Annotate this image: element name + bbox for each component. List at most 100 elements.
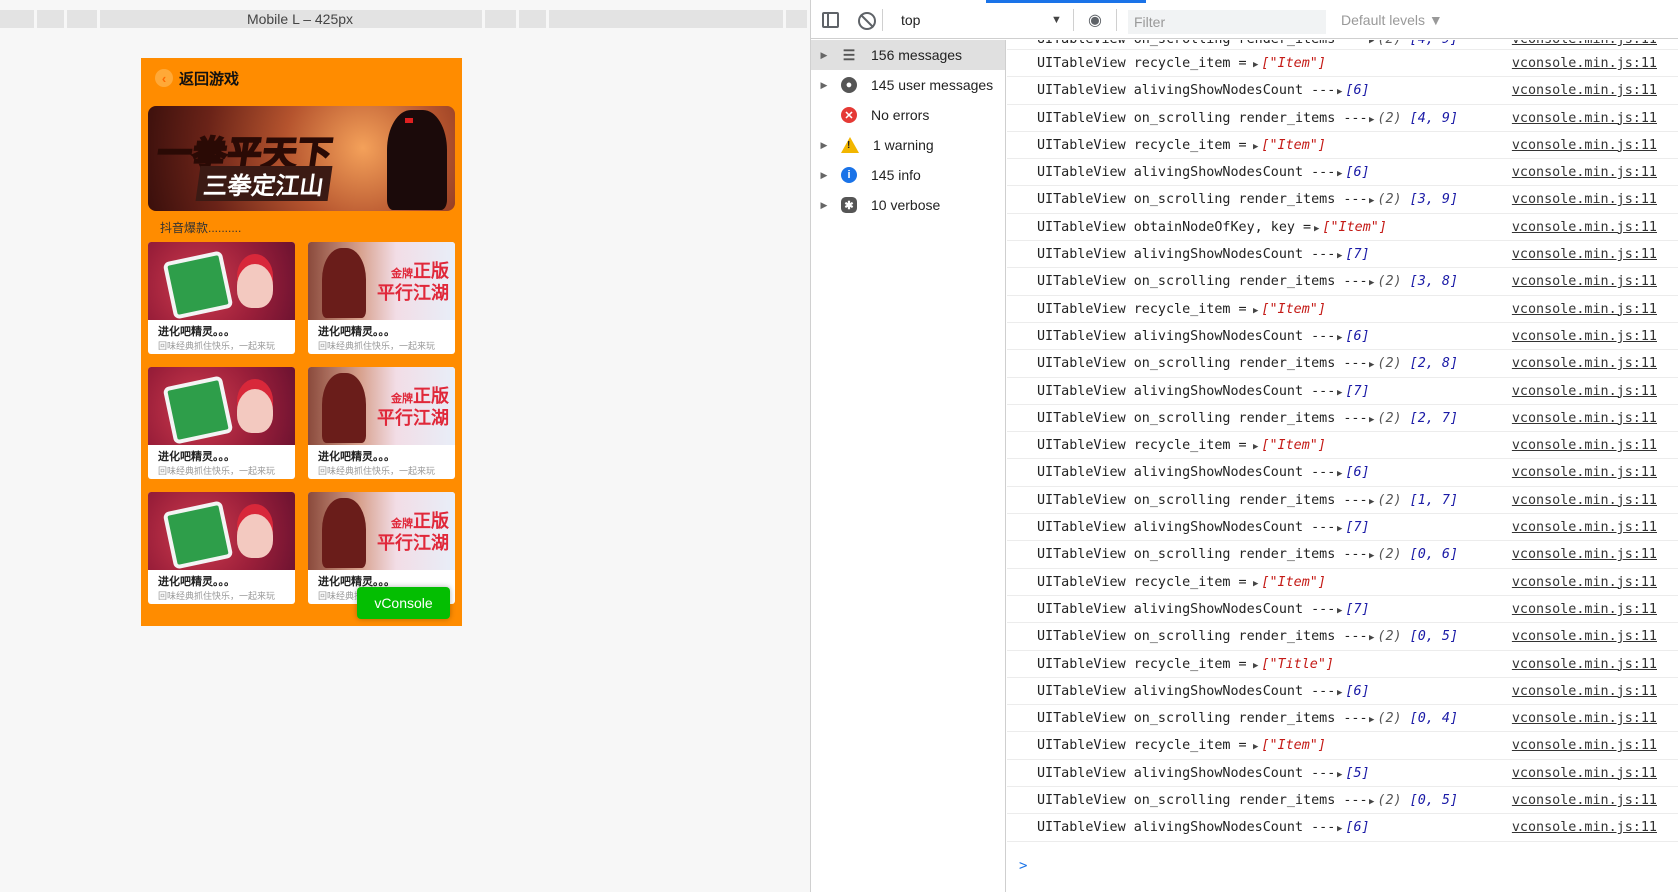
console-log-row[interactable]: UITableView recycle_item = ▶ ["Item"] vcons… (1007, 432, 1678, 461)
log-argument[interactable]: ▶ (2) [0, 5] (1369, 787, 1458, 816)
source-link[interactable]: vconsole.min.js:11 (1512, 732, 1657, 759)
vconsole-button[interactable]: vConsole (357, 587, 450, 619)
sidebar-item-verbose[interactable]: ▶ ✱ 10 verbose (811, 190, 1005, 220)
source-link[interactable]: vconsole.min.js:11 (1512, 50, 1657, 77)
log-argument[interactable]: ▶ (2) [3, 9] (1369, 186, 1458, 215)
expand-triangle-icon[interactable]: ▶ (1253, 442, 1258, 452)
expand-triangle-icon[interactable]: ▶ (1337, 251, 1342, 261)
source-link[interactable]: vconsole.min.js:11 (1512, 787, 1657, 814)
source-link[interactable]: vconsole.min.js:11 (1512, 159, 1657, 186)
expand-triangle-icon[interactable]: ▶ (1337, 87, 1342, 97)
source-link[interactable]: vconsole.min.js:11 (1512, 596, 1657, 623)
source-link[interactable]: vconsole.min.js:11 (1512, 214, 1657, 241)
source-link[interactable]: vconsole.min.js:11 (1512, 268, 1657, 295)
log-argument[interactable]: ▶ [7] (1337, 241, 1370, 270)
sidebar-toggle-icon[interactable] (822, 12, 839, 28)
console-log-row[interactable]: UITableView alivingShowNodesCount --- ▶ [7… (1007, 378, 1678, 405)
console-log-row[interactable]: UITableView recycle_item = ▶ ["Item"] vcons… (1007, 50, 1678, 78)
console-prompt[interactable]: > (1019, 858, 1027, 874)
chevron-down-icon[interactable]: ▼ (1051, 8, 1062, 32)
source-link[interactable]: vconsole.min.js:11 (1512, 432, 1657, 459)
expand-triangle-icon[interactable]: ▶ (1337, 688, 1342, 698)
sidebar-item-error[interactable]: ✕ No errors (811, 100, 1005, 130)
console-log-row[interactable]: UITableView on_scrolling render_items --… (1007, 705, 1678, 734)
source-link[interactable]: vconsole.min.js:11 (1512, 487, 1657, 514)
console-log-row[interactable]: UITableView on_scrolling render_items --… (1007, 787, 1678, 816)
source-link[interactable]: vconsole.min.js:11 (1512, 569, 1657, 596)
console-log-row[interactable]: UITableView on_scrolling render_items --… (1007, 268, 1678, 296)
console-log-row[interactable]: UITableView alivingShowNodesCount --- ▶ [7… (1007, 514, 1678, 542)
console-log-row[interactable]: UITableView alivingShowNodesCount --- ▶ [6… (1007, 814, 1678, 843)
expand-triangle-icon[interactable]: ▶ (811, 200, 837, 211)
console-log-row[interactable]: UITableView alivingShowNodesCount --- ▶ [6… (1007, 678, 1678, 706)
console-log-row[interactable]: UITableView recycle_item = ▶ ["Title"] vcon… (1007, 651, 1678, 678)
expand-triangle-icon[interactable]: ▶ (1253, 142, 1258, 152)
log-argument[interactable]: ▶ [6] (1337, 159, 1370, 188)
console-log-row[interactable]: UITableView recycle_item = ▶ ["Item"] vcons… (1007, 732, 1678, 761)
expand-triangle-icon[interactable]: ▶ (1253, 306, 1258, 316)
source-link[interactable]: vconsole.min.js:11 (1512, 186, 1657, 213)
sidebar-item-warning[interactable]: ▶! 1 warning (811, 130, 1005, 160)
back-arrow-icon[interactable]: ‹ (155, 69, 173, 87)
expand-triangle-icon[interactable]: ▶ (1337, 770, 1342, 780)
source-link[interactable]: vconsole.min.js:11 (1512, 296, 1657, 323)
console-log-row[interactable]: UITableView alivingShowNodesCount --- ▶ [6… (1007, 323, 1678, 352)
console-log-row[interactable]: UITableView alivingShowNodesCount --- ▶ [6… (1007, 459, 1678, 488)
log-argument[interactable]: ▶ ["Item"] (1314, 214, 1387, 243)
log-argument[interactable]: ▶ (2) [2, 8] (1369, 350, 1458, 379)
sidebar-item-list[interactable]: ▶ ☰ 156 messages (811, 40, 1005, 70)
log-argument[interactable]: ▶(2) [4, 9] (1369, 40, 1458, 46)
source-link[interactable]: vconsole.min.js:11 (1512, 350, 1657, 377)
console-log-row[interactable]: UITableView on_scrolling render_items --… (1007, 623, 1678, 651)
log-argument[interactable]: ▶ ["Item"] (1253, 732, 1326, 761)
console-log-row[interactable]: UITableView alivingShowNodesCount --- ▶ [6… (1007, 159, 1678, 188)
expand-triangle-icon[interactable]: ▶ (1369, 115, 1374, 125)
expand-triangle-icon[interactable]: ▶ (1369, 497, 1374, 507)
expand-triangle-icon[interactable]: ▶ (1253, 60, 1258, 70)
log-argument[interactable]: ▶ [7] (1337, 378, 1370, 407)
console-log-row[interactable]: UITableView alivingShowNodesCount --- ▶ [6… (1007, 77, 1678, 105)
log-argument[interactable]: ▶ [5] (1337, 760, 1370, 789)
log-argument[interactable]: ▶ ["Item"] (1253, 132, 1326, 161)
console-log-row[interactable]: UITableView recycle_item = ▶ ["Item"] vcons… (1007, 132, 1678, 161)
expand-triangle-icon[interactable]: ▶ (811, 80, 837, 91)
expand-triangle-icon[interactable]: ▶ (811, 170, 837, 181)
log-argument[interactable]: ▶(2) [4, 9] (1369, 105, 1458, 134)
source-link[interactable]: vconsole.min.js:11 (1512, 105, 1657, 132)
expand-triangle-icon[interactable]: ▶ (1369, 196, 1374, 206)
expand-triangle-icon[interactable]: ▶ (1369, 633, 1374, 643)
log-argument[interactable]: ▶ (2) [1, 7] (1369, 487, 1458, 516)
expand-triangle-icon[interactable]: ▶ (1337, 469, 1342, 479)
log-argument[interactable]: ▶ (2) [2, 7] (1369, 405, 1458, 434)
context-selector[interactable]: top (895, 8, 1045, 32)
console-log-row[interactable]: UITableView alivingShowNodesCount --- ▶ [7… (1007, 241, 1678, 270)
console-log-row[interactable]: UITableView recycle_item = ▶ ["Item"] vcons… (1007, 296, 1678, 323)
log-argument[interactable]: ▶ ["Item"] (1253, 432, 1326, 461)
log-argument[interactable]: ▶ [6] (1337, 814, 1370, 843)
expand-triangle-icon[interactable]: ▶ (1253, 579, 1258, 589)
log-argument[interactable]: ▶ [7] (1337, 596, 1370, 625)
expand-triangle-icon[interactable]: ▶ (1369, 797, 1374, 807)
log-levels-dropdown[interactable]: Default levels ▼ (1341, 8, 1443, 32)
expand-triangle-icon[interactable]: ▶ (1369, 278, 1374, 288)
log-argument[interactable]: ▶ [6] (1337, 459, 1370, 488)
clear-console-icon[interactable] (858, 12, 876, 30)
log-argument[interactable]: ▶ [6] (1337, 323, 1370, 352)
expand-triangle-icon[interactable]: ▶ (1369, 551, 1374, 561)
back-to-game-label[interactable]: 返回游戏 (179, 68, 239, 89)
source-link[interactable]: vconsole.min.js:11 (1512, 541, 1657, 568)
log-argument[interactable]: ▶ ["Item"] (1253, 569, 1326, 598)
source-link[interactable]: vconsole.min.js:11 (1512, 405, 1657, 432)
console-log-row[interactable]: UITableView alivingShowNodesCount --- ▶ [7… (1007, 596, 1678, 625)
game-card[interactable]: 金牌正版平行江湖进化吧精灵。。。回味经典抓住快乐，一起来玩 (308, 242, 455, 354)
game-card[interactable]: 金牌正版平行江湖进化吧精灵。。。回味经典抓住快乐，一起来玩 (308, 367, 455, 479)
expand-triangle-icon[interactable]: ▶ (1253, 661, 1258, 671)
source-link[interactable]: vconsole.min.js:11 (1512, 77, 1657, 104)
log-argument[interactable]: ▶ (2) [0, 4] (1369, 705, 1458, 734)
console-log-row[interactable]: UITableView on_scrolling render_items --… (1007, 186, 1678, 215)
source-link[interactable]: vconsole.min.js:11 (1512, 678, 1657, 705)
source-link[interactable]: vconsole.min.js:11 (1512, 132, 1657, 159)
expand-triangle-icon[interactable]: ▶ (1337, 824, 1342, 834)
log-argument[interactable]: ▶ ["Title"] (1253, 651, 1334, 680)
console-log-row[interactable]: UITableView on_scrolling render_items --… (1007, 105, 1678, 132)
